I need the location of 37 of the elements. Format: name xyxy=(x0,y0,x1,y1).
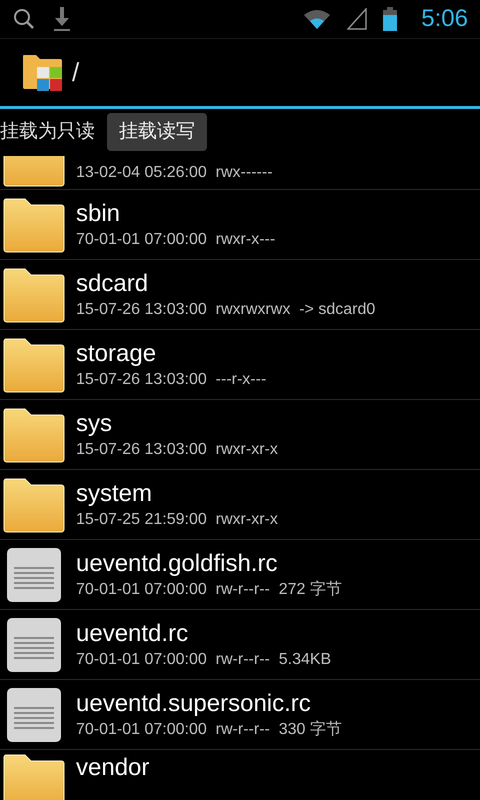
file-name: ueventd.rc xyxy=(76,618,190,648)
file-details: 15-07-26 13:03:00 rwxr-xr-x xyxy=(76,440,278,460)
file-name: sdcard xyxy=(76,268,150,298)
folder-grid-icon xyxy=(22,52,64,92)
text-file-icon xyxy=(6,616,62,672)
folder-icon xyxy=(3,476,65,532)
file-details: 15-07-26 13:03:00 rwxrwxrwx -> sdcard0 xyxy=(76,300,376,320)
file-name: sbin xyxy=(76,198,122,228)
folder-icon xyxy=(3,406,65,462)
file-details: 70-01-01 07:00:00 rw-r--r-- 5.34KB xyxy=(76,650,332,670)
file-name: ueventd.goldfish.rc xyxy=(76,548,278,578)
folder-icon xyxy=(3,196,65,252)
folder-icon xyxy=(3,336,65,392)
file-details: 15-07-26 13:03:00 ---r-x--- xyxy=(76,370,266,390)
clock-time: 5:06 xyxy=(421,4,468,34)
download-icon xyxy=(52,6,72,32)
file-name: vendor xyxy=(76,753,150,783)
file-details: 70-01-01 07:00:00 rwxr-x--- xyxy=(76,230,276,250)
text-file-icon xyxy=(6,546,62,602)
current-path: / xyxy=(72,56,80,89)
mount-status-label: 挂载为只读 xyxy=(0,120,95,144)
wifi-icon xyxy=(303,8,332,30)
battery-icon xyxy=(383,7,398,31)
file-details: 15-07-25 21:59:00 rwxr-xr-x xyxy=(76,510,278,530)
file-details: 70-01-01 07:00:00 rw-r--r-- 330 字节 xyxy=(76,720,342,740)
search-icon xyxy=(12,7,36,31)
file-details: 70-01-01 07:00:00 rw-r--r-- 272 字节 xyxy=(76,580,342,600)
file-name: storage xyxy=(76,338,158,368)
mount-read-write-button[interactable]: 挂载读写 xyxy=(107,113,207,151)
text-file-icon xyxy=(6,686,62,742)
file-name: sys xyxy=(76,408,113,438)
file-name: system xyxy=(76,478,154,508)
file-details: 13-02-04 05:26:00 rwx------ xyxy=(76,163,273,183)
folder-icon xyxy=(3,753,65,800)
signal-icon xyxy=(347,8,368,30)
file-name: ueventd.supersonic.rc xyxy=(76,688,312,718)
folder-icon xyxy=(3,266,65,322)
